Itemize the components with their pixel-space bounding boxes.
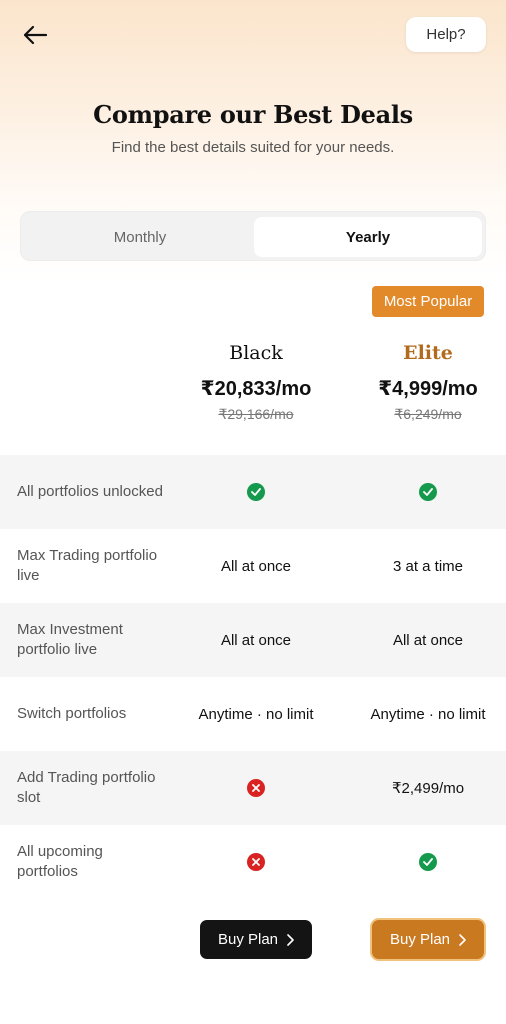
buy-plan-black-button[interactable]: Buy Plan [200,920,312,959]
feature-cell-elite [343,455,506,529]
feature-label: All portfolios unlocked [17,483,163,500]
feature-cell-black [171,825,341,899]
x-circle-icon [247,853,265,871]
feature-row: Add Trading portfolio slot ₹2,499/mo [0,751,506,825]
feature-row: All portfolios unlocked [0,455,506,529]
back-button[interactable] [18,20,52,50]
chevron-right-icon [459,933,466,946]
feature-value-black: Anytime · no limit [198,705,314,723]
feature-row: Max Trading portfolio live All at once 3 a… [0,529,506,603]
feature-cell-black [171,751,341,825]
feature-value-elite: Anytime · no limit [370,705,486,723]
check-circle-icon [419,483,437,501]
tab-yearly[interactable]: Yearly [254,217,482,257]
plan-name-black: Black [229,342,283,364]
tab-monthly[interactable]: Monthly [26,217,254,257]
billing-toggle: Monthly Yearly [20,211,486,261]
plan-old-price-elite: ₹6,249/mo [394,406,462,422]
feature-value-black: All at once [220,557,292,575]
feature-cell-elite [343,825,506,899]
buy-plan-elite-button[interactable]: Buy Plan [372,920,484,959]
check-circle-icon [419,853,437,871]
plan-price-black: ₹20,833/mo [200,378,312,400]
feature-label: Max Investment portfolio live [17,621,123,658]
feature-label: All upcoming portfolios [17,843,103,880]
buy-plan-label: Buy Plan [217,931,279,948]
buy-plan-label: Buy Plan [389,931,451,948]
page-subtitle: Find the best details suited for your ne… [111,139,395,156]
feature-value-elite: 3 at a time [392,557,464,575]
plan-price-elite: ₹4,999/mo [378,378,478,400]
help-button[interactable]: Help? [406,17,486,52]
feature-row: Switch portfolios Anytime · no limit Anyti… [0,677,506,751]
feature-value-elite: ₹2,499/mo [391,780,465,797]
feature-value-black: All at once [220,631,292,649]
most-popular-badge: Most Popular [372,286,484,317]
feature-row: All upcoming portfolios [0,825,506,899]
chevron-right-icon [287,933,294,946]
check-circle-icon [247,483,265,501]
feature-label: Switch portfolios [17,705,127,722]
feature-row: Max Investment portfolio live All at once… [0,603,506,677]
plan-old-price-black: ₹29,166/mo [218,406,294,422]
arrow-left-icon [23,25,48,45]
feature-cell-black [171,455,341,529]
feature-label: Max Trading portfolio live [17,547,158,584]
feature-label: Add Trading portfolio slot [17,769,156,806]
x-circle-icon [247,779,265,797]
plan-name-elite: Elite [403,342,453,364]
feature-value-elite: All at once [392,631,464,649]
page-title: Compare our Best Deals [93,100,413,129]
